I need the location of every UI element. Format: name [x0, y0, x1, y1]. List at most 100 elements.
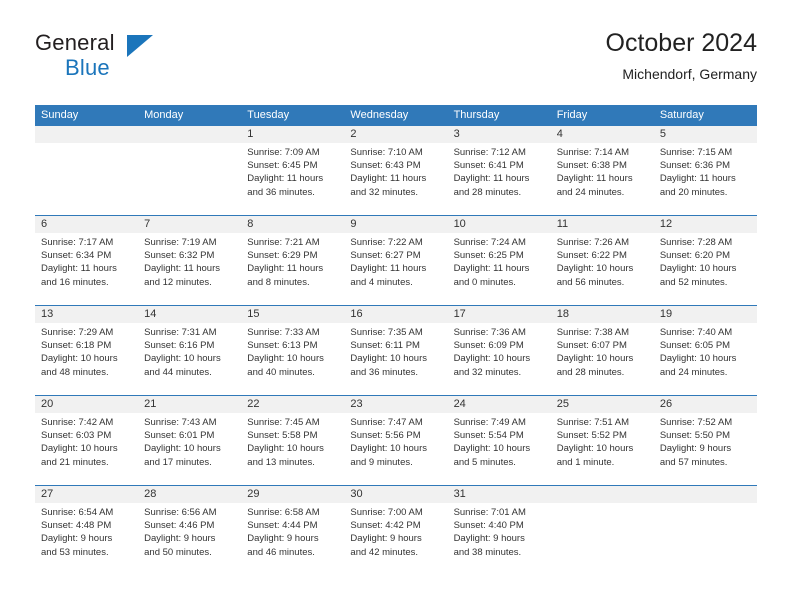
- day-cell[interactable]: 13 Sunrise: 7:29 AM Sunset: 6:18 PM Dayl…: [35, 306, 139, 395]
- day-cell[interactable]: 18 Sunrise: 7:38 AM Sunset: 6:07 PM Dayl…: [550, 306, 654, 395]
- day-number: 5: [659, 128, 666, 140]
- day-number: 19: [659, 308, 673, 320]
- daylight-text-line1: Daylight: 10 hours: [350, 443, 427, 455]
- week-row: 27 Sunrise: 6:54 AM Sunset: 4:48 PM Dayl…: [35, 485, 757, 575]
- day-number: 31: [453, 488, 466, 500]
- daylight-text-line1: Daylight: 9 hours: [247, 533, 319, 545]
- daylight-text-line1: Daylight: 9 hours: [659, 443, 732, 455]
- daylight-text-line1: Daylight: 9 hours: [350, 533, 422, 545]
- sunset-text: Sunset: 6:11 PM: [350, 340, 420, 352]
- daylight-text-line2: and 1 minute.: [556, 456, 615, 468]
- day-info: Sunrise: 7:21 AM Sunset: 6:29 PM Dayligh…: [241, 233, 344, 289]
- sunset-text: Sunset: 6:20 PM: [659, 250, 731, 262]
- day-info: Sunrise: 7:52 AM Sunset: 5:50 PM Dayligh…: [654, 413, 757, 469]
- day-number-band: 28: [138, 486, 242, 503]
- daylight-text-line1: Daylight: 9 hours: [453, 533, 525, 545]
- day-cell[interactable]: 6 Sunrise: 7:17 AM Sunset: 6:34 PM Dayli…: [35, 216, 139, 305]
- day-cell[interactable]: 26 Sunrise: 7:52 AM Sunset: 5:50 PM Dayl…: [653, 396, 757, 485]
- day-cell[interactable]: 21 Sunrise: 7:43 AM Sunset: 6:01 PM Dayl…: [138, 396, 242, 485]
- day-cell[interactable]: 20 Sunrise: 7:42 AM Sunset: 6:03 PM Dayl…: [35, 396, 139, 485]
- day-number: 10: [453, 218, 466, 230]
- day-number-band: [550, 486, 654, 503]
- day-cell[interactable]: [138, 126, 242, 215]
- day-cell[interactable]: 16 Sunrise: 7:35 AM Sunset: 6:11 PM Dayl…: [344, 306, 448, 395]
- day-cell[interactable]: [35, 126, 139, 215]
- day-cell[interactable]: 14 Sunrise: 7:31 AM Sunset: 6:16 PM Dayl…: [138, 306, 242, 395]
- day-cell[interactable]: 7 Sunrise: 7:19 AM Sunset: 6:32 PM Dayli…: [138, 216, 242, 305]
- day-number-band: 25: [550, 396, 654, 413]
- day-cell[interactable]: 17 Sunrise: 7:36 AM Sunset: 6:09 PM Dayl…: [447, 306, 551, 395]
- day-cell[interactable]: 1 Sunrise: 7:09 AM Sunset: 6:45 PM Dayli…: [241, 126, 345, 215]
- day-number-band: 14: [138, 306, 242, 323]
- day-number: 12: [659, 218, 673, 230]
- day-number-band: 15: [241, 306, 345, 323]
- daylight-text-line2: and 42 minutes.: [350, 546, 419, 558]
- day-cell[interactable]: 2 Sunrise: 7:10 AM Sunset: 6:43 PM Dayli…: [344, 126, 448, 215]
- day-number-band: 1: [241, 126, 345, 143]
- day-info: Sunrise: 7:40 AM Sunset: 6:05 PM Dayligh…: [654, 323, 757, 379]
- day-info: Sunrise: 7:43 AM Sunset: 6:01 PM Dayligh…: [138, 413, 241, 469]
- day-cell[interactable]: 4 Sunrise: 7:14 AM Sunset: 6:38 PM Dayli…: [550, 126, 654, 215]
- sunset-text: Sunset: 6:03 PM: [41, 430, 112, 442]
- day-cell[interactable]: 27 Sunrise: 6:54 AM Sunset: 4:48 PM Dayl…: [35, 486, 139, 575]
- day-cell[interactable]: 31 Sunrise: 7:01 AM Sunset: 4:40 PM Dayl…: [447, 486, 551, 575]
- daylight-text-line2: and 16 minutes.: [41, 276, 109, 288]
- sunset-text: Sunset: 4:40 PM: [453, 520, 524, 532]
- day-number: 25: [556, 398, 569, 410]
- day-cell[interactable]: 9 Sunrise: 7:22 AM Sunset: 6:27 PM Dayli…: [344, 216, 448, 305]
- day-cell[interactable]: 30 Sunrise: 7:00 AM Sunset: 4:42 PM Dayl…: [344, 486, 448, 575]
- daylight-text-line1: Daylight: 11 hours: [659, 173, 736, 185]
- day-info: Sunrise: 7:33 AM Sunset: 6:13 PM Dayligh…: [241, 323, 344, 379]
- daylight-text-line2: and 32 minutes.: [350, 186, 419, 198]
- day-cell[interactable]: 23 Sunrise: 7:47 AM Sunset: 5:56 PM Dayl…: [344, 396, 448, 485]
- day-cell[interactable]: 19 Sunrise: 7:40 AM Sunset: 6:05 PM Dayl…: [653, 306, 757, 395]
- sunrise-text: Sunrise: 7:38 AM: [556, 327, 630, 338]
- sunset-text: Sunset: 6:16 PM: [144, 340, 215, 352]
- sunset-text: Sunset: 6:13 PM: [247, 340, 318, 352]
- day-cell[interactable]: [653, 486, 757, 575]
- day-cell[interactable]: 8 Sunrise: 7:21 AM Sunset: 6:29 PM Dayli…: [241, 216, 345, 305]
- sunrise-text: Sunrise: 6:54 AM: [41, 507, 114, 518]
- general-blue-logo[interactable]: General Blue: [35, 28, 235, 86]
- day-cell[interactable]: 3 Sunrise: 7:12 AM Sunset: 6:41 PM Dayli…: [447, 126, 551, 215]
- day-number: 4: [556, 128, 563, 140]
- day-cell[interactable]: 29 Sunrise: 6:58 AM Sunset: 4:44 PM Dayl…: [241, 486, 345, 575]
- sunrise-text: Sunrise: 7:51 AM: [556, 417, 630, 428]
- week-row: 1 Sunrise: 7:09 AM Sunset: 6:45 PM Dayli…: [35, 125, 757, 215]
- day-cell[interactable]: 22 Sunrise: 7:45 AM Sunset: 5:58 PM Dayl…: [241, 396, 345, 485]
- daylight-text-line2: and 24 minutes.: [556, 186, 625, 198]
- daylight-text-line1: Daylight: 11 hours: [41, 263, 117, 275]
- daylight-text-line1: Daylight: 11 hours: [247, 173, 324, 185]
- weekday-header-saturday: Saturday: [659, 109, 704, 121]
- day-cell[interactable]: 24 Sunrise: 7:49 AM Sunset: 5:54 PM Dayl…: [447, 396, 551, 485]
- sunset-text: Sunset: 4:42 PM: [350, 520, 421, 532]
- weekday-header-wednesday: Wednesday: [350, 109, 409, 121]
- daylight-text-line1: Daylight: 10 hours: [247, 353, 324, 365]
- day-info: Sunrise: 7:19 AM Sunset: 6:32 PM Dayligh…: [138, 233, 241, 289]
- day-cell[interactable]: 11 Sunrise: 7:26 AM Sunset: 6:22 PM Dayl…: [550, 216, 654, 305]
- daylight-text-line2: and 36 minutes.: [350, 366, 419, 378]
- day-info: Sunrise: 7:14 AM Sunset: 6:38 PM Dayligh…: [551, 143, 654, 199]
- daylight-text-line1: Daylight: 9 hours: [144, 533, 216, 545]
- day-cell[interactable]: 15 Sunrise: 7:33 AM Sunset: 6:13 PM Dayl…: [241, 306, 345, 395]
- day-cell[interactable]: 12 Sunrise: 7:28 AM Sunset: 6:20 PM Dayl…: [653, 216, 757, 305]
- daylight-text-line1: Daylight: 10 hours: [453, 443, 531, 455]
- day-info: Sunrise: 7:24 AM Sunset: 6:25 PM Dayligh…: [448, 233, 551, 289]
- daylight-text-line1: Daylight: 10 hours: [556, 263, 634, 275]
- daylight-text-line1: Daylight: 10 hours: [247, 443, 324, 455]
- daylight-text-line2: and 28 minutes.: [453, 186, 522, 198]
- day-cell[interactable]: 28 Sunrise: 6:56 AM Sunset: 4:46 PM Dayl…: [138, 486, 242, 575]
- daylight-text-line1: Daylight: 10 hours: [453, 353, 531, 365]
- day-info: Sunrise: 7:36 AM Sunset: 6:09 PM Dayligh…: [448, 323, 551, 379]
- day-cell[interactable]: 25 Sunrise: 7:51 AM Sunset: 5:52 PM Dayl…: [550, 396, 654, 485]
- day-number: 30: [350, 488, 363, 500]
- sunrise-text: Sunrise: 7:31 AM: [144, 327, 217, 338]
- daylight-text-line2: and 21 minutes.: [41, 456, 109, 468]
- sunset-text: Sunset: 5:56 PM: [350, 430, 421, 442]
- day-info: Sunrise: 7:12 AM Sunset: 6:41 PM Dayligh…: [448, 143, 551, 199]
- sunrise-text: Sunrise: 7:47 AM: [350, 417, 423, 428]
- day-cell[interactable]: [550, 486, 654, 575]
- day-cell[interactable]: 5 Sunrise: 7:15 AM Sunset: 6:36 PM Dayli…: [653, 126, 757, 215]
- day-cell[interactable]: 10 Sunrise: 7:24 AM Sunset: 6:25 PM Dayl…: [447, 216, 551, 305]
- day-info: Sunrise: 7:09 AM Sunset: 6:45 PM Dayligh…: [241, 143, 344, 199]
